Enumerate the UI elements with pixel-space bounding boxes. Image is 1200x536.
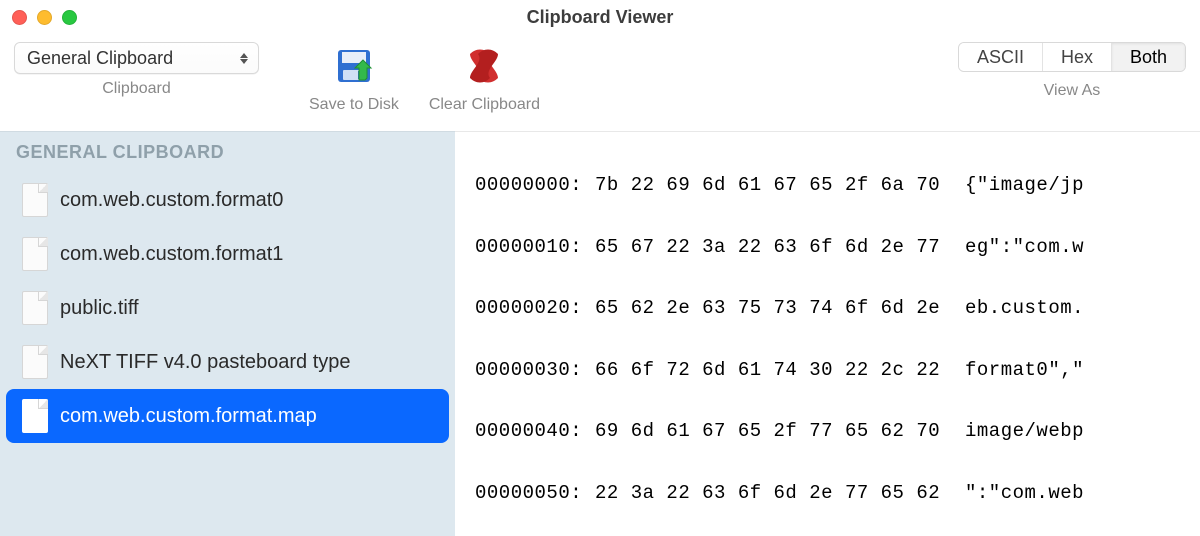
view-hex-tab[interactable]: Hex xyxy=(1043,43,1112,71)
hex-ascii: ":"com.web xyxy=(965,483,1182,504)
view-ascii-tab[interactable]: ASCII xyxy=(959,43,1043,71)
hex-ascii: format0"," xyxy=(965,360,1182,381)
titlebar: Clipboard Viewer xyxy=(0,0,1200,34)
sidebar-item[interactable]: NeXT TIFF v4.0 pasteboard type xyxy=(0,335,455,389)
save-to-disk-button[interactable] xyxy=(330,42,378,90)
hex-offset: 00000030: xyxy=(475,360,595,381)
traffic-lights xyxy=(12,10,77,25)
hex-offset: 00000010: xyxy=(475,237,595,258)
hex-ascii: eg":"com.w xyxy=(965,237,1182,258)
hex-row: 00000000:7b 22 69 6d 61 67 65 2f 6a 70{"… xyxy=(475,175,1182,196)
hex-bytes: 65 67 22 3a 22 63 6f 6d 2e 77 xyxy=(595,237,965,258)
clear-block: Clear Clipboard xyxy=(429,42,540,114)
clipboard-dropdown-value: General Clipboard xyxy=(27,48,173,69)
hex-bytes: 7b 22 69 6d 61 67 65 2f 6a 70 xyxy=(595,175,965,196)
hex-bytes: 65 62 2e 63 75 73 74 6f 6d 2e xyxy=(595,298,965,319)
hex-row: 00000010:65 67 22 3a 22 63 6f 6d 2e 77eg… xyxy=(475,237,1182,258)
sidebar-section-header: GENERAL CLIPBOARD xyxy=(0,138,455,173)
select-chevrons-icon xyxy=(240,53,248,64)
save-label: Save to Disk xyxy=(309,96,399,114)
sidebar-item-label: com.web.custom.format.map xyxy=(60,405,317,428)
clipboard-dropdown[interactable]: General Clipboard xyxy=(14,42,259,74)
hex-ascii: eb.custom. xyxy=(965,298,1182,319)
hex-ascii: image/webp xyxy=(965,421,1182,442)
view-as-block: ASCII Hex Both View As xyxy=(958,42,1186,100)
hex-offset: 00000000: xyxy=(475,175,595,196)
view-both-tab[interactable]: Both xyxy=(1112,43,1185,71)
minimize-window-button[interactable] xyxy=(37,10,52,25)
sidebar-item-label: com.web.custom.format0 xyxy=(60,189,283,212)
file-icon xyxy=(22,345,48,379)
save-disk-icon xyxy=(332,44,376,88)
toolbar: General Clipboard Clipboard Save to Disk xyxy=(0,34,1200,131)
file-icon xyxy=(22,237,48,271)
save-block: Save to Disk xyxy=(309,42,399,114)
sidebar-item-label: com.web.custom.format1 xyxy=(60,243,283,266)
sidebar-item-selected[interactable]: com.web.custom.format.map xyxy=(6,389,449,443)
window-title: Clipboard Viewer xyxy=(0,7,1200,28)
hex-row: 00000050:22 3a 22 63 6f 6d 2e 77 65 62":… xyxy=(475,483,1182,504)
file-icon xyxy=(22,399,48,433)
view-as-label: View As xyxy=(1044,82,1101,100)
hex-offset: 00000020: xyxy=(475,298,595,319)
clipboard-label: Clipboard xyxy=(102,80,170,98)
clear-label: Clear Clipboard xyxy=(429,96,540,114)
hex-view: 00000000:7b 22 69 6d 61 67 65 2f 6a 70{"… xyxy=(455,131,1200,536)
hex-bytes: 22 3a 22 63 6f 6d 2e 77 65 62 xyxy=(595,483,965,504)
file-icon xyxy=(22,291,48,325)
hex-offset: 00000040: xyxy=(475,421,595,442)
sidebar-item[interactable]: public.tiff xyxy=(0,281,455,335)
hex-offset: 00000050: xyxy=(475,483,595,504)
sidebar: GENERAL CLIPBOARD com.web.custom.format0… xyxy=(0,131,455,536)
close-window-button[interactable] xyxy=(12,10,27,25)
hex-bytes: 66 6f 72 6d 61 74 30 22 2c 22 xyxy=(595,360,965,381)
hex-row: 00000020:65 62 2e 63 75 73 74 6f 6d 2eeb… xyxy=(475,298,1182,319)
sidebar-item-label: NeXT TIFF v4.0 pasteboard type xyxy=(60,351,351,374)
sidebar-item[interactable]: com.web.custom.format1 xyxy=(0,227,455,281)
view-as-segmented: ASCII Hex Both xyxy=(958,42,1186,72)
clear-x-icon xyxy=(462,44,506,88)
hex-row: 00000030:66 6f 72 6d 61 74 30 22 2c 22fo… xyxy=(475,360,1182,381)
hex-bytes: 69 6d 61 67 65 2f 77 65 62 70 xyxy=(595,421,965,442)
clipboard-picker-block: General Clipboard Clipboard xyxy=(14,42,259,98)
hex-ascii: {"image/jp xyxy=(965,175,1182,196)
sidebar-item[interactable]: com.web.custom.format0 xyxy=(0,173,455,227)
hex-row: 00000040:69 6d 61 67 65 2f 77 65 62 70im… xyxy=(475,421,1182,442)
file-icon xyxy=(22,183,48,217)
zoom-window-button[interactable] xyxy=(62,10,77,25)
clear-clipboard-button[interactable] xyxy=(460,42,508,90)
sidebar-item-label: public.tiff xyxy=(60,297,139,320)
main-split: GENERAL CLIPBOARD com.web.custom.format0… xyxy=(0,131,1200,536)
